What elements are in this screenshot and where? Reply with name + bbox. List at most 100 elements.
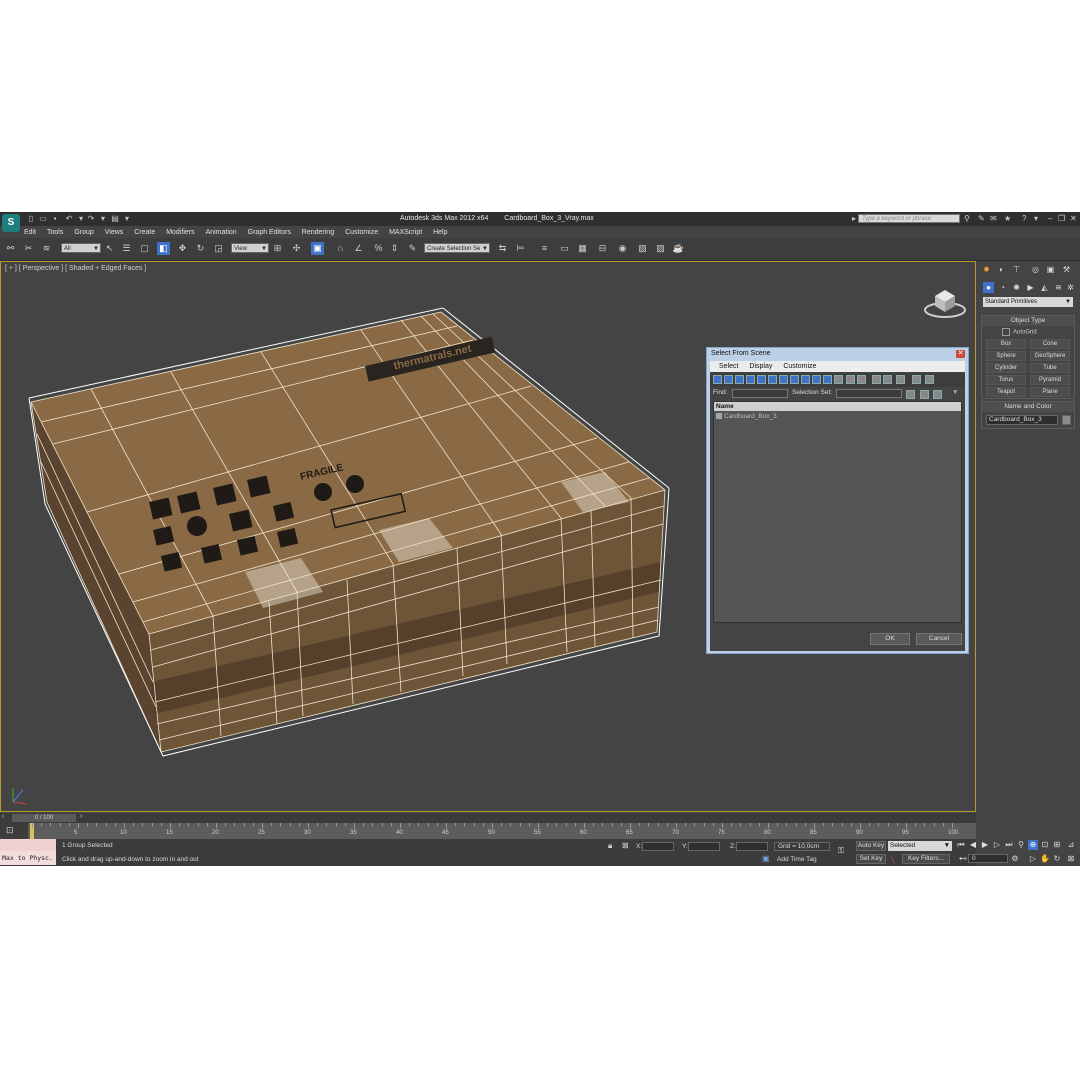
time-tag-icon[interactable]: ▣: [762, 854, 770, 863]
go-to-start-icon[interactable]: ⏮: [956, 840, 966, 850]
schematic-view-icon[interactable]: ⊟: [596, 242, 609, 255]
display-helpers-icon[interactable]: [757, 375, 766, 384]
selection-lock-icon[interactable]: 🔒︎: [608, 841, 612, 851]
add-time-tag-button[interactable]: Add Time Tag: [777, 856, 817, 863]
angle-snap-icon[interactable]: ∠: [352, 242, 365, 255]
percent-snap-icon[interactable]: %: [372, 242, 385, 255]
scene-object-list[interactable]: Name Cardboard_Box_3: [713, 401, 962, 623]
geometry-category-icon[interactable]: ●: [983, 282, 994, 293]
primitive-category-dropdown[interactable]: Standard Primitives ▼: [983, 297, 1073, 307]
menu-tools[interactable]: Tools: [47, 227, 63, 238]
select-and-link-icon[interactable]: ⚯: [4, 242, 17, 255]
display-bones-icon[interactable]: [801, 375, 810, 384]
previous-frame-icon[interactable]: ◀: [968, 840, 978, 850]
teapot-primitive-button[interactable]: Teapot: [986, 387, 1026, 397]
display-tab-icon[interactable]: ▣: [1045, 264, 1056, 275]
motion-tab-icon[interactable]: ◎: [1030, 264, 1041, 275]
dialog-close-button[interactable]: ✕: [956, 350, 965, 358]
menu-rendering[interactable]: Rendering: [302, 227, 334, 238]
new-file-icon[interactable]: ▯: [26, 214, 36, 223]
box-primitive-button[interactable]: Box: [986, 339, 1026, 349]
window-crossing-icon[interactable]: ◧: [157, 242, 170, 255]
auto-key-button[interactable]: Auto Key: [856, 841, 886, 851]
x-coordinate-field[interactable]: [642, 842, 674, 851]
menu-maxscript[interactable]: MAXScript: [389, 227, 422, 238]
systems-category-icon[interactable]: ✲: [1065, 282, 1076, 293]
undo-dropdown-icon[interactable]: ▾: [76, 214, 86, 223]
restore-icon[interactable]: ❐: [1058, 214, 1065, 224]
cameras-category-icon[interactable]: ▶: [1025, 282, 1036, 293]
go-to-end-icon[interactable]: ⏭: [1004, 840, 1014, 850]
cancel-button[interactable]: Cancel: [916, 633, 962, 645]
render-production-icon[interactable]: ☕: [672, 242, 685, 255]
maxscript-listener-input[interactable]: Max to Physc.: [0, 851, 56, 865]
next-frame-icon[interactable]: ▷: [992, 840, 1002, 850]
time-slider-thumb[interactable]: 0 / 100: [12, 814, 76, 822]
find-input[interactable]: [732, 389, 788, 398]
select-invert-icon[interactable]: [896, 375, 905, 384]
display-containers-icon[interactable]: [812, 375, 821, 384]
sphere-primitive-button[interactable]: Sphere: [986, 351, 1026, 361]
select-object-icon[interactable]: ↖: [103, 242, 116, 255]
time-configuration-icon[interactable]: ⚙: [1010, 854, 1020, 864]
select-by-name-icon[interactable]: ☰: [120, 242, 133, 255]
field-of-view-icon[interactable]: ⊿: [1066, 840, 1076, 850]
minimize-icon[interactable]: –: [1048, 214, 1052, 224]
geosphere-primitive-button[interactable]: GeoSphere: [1030, 351, 1070, 361]
redo-dropdown-icon[interactable]: ▾: [98, 214, 108, 223]
favorites-star-icon[interactable]: ★: [1004, 214, 1011, 224]
hierarchy-tab-icon[interactable]: ⊤: [1011, 264, 1022, 275]
find-row-chevron-icon[interactable]: ▼: [952, 389, 958, 396]
viewcube[interactable]: [923, 284, 967, 320]
selection-set-create-icon[interactable]: [906, 390, 915, 399]
edit-named-selection-icon[interactable]: ✎: [406, 242, 419, 255]
plane-primitive-button[interactable]: Plane: [1030, 387, 1070, 397]
display-cameras-icon[interactable]: [746, 375, 755, 384]
tube-primitive-button[interactable]: Tube: [1030, 363, 1070, 373]
z-coordinate-field[interactable]: [736, 842, 768, 851]
menu-help[interactable]: Help: [433, 227, 447, 238]
shapes-category-icon[interactable]: ◔: [997, 282, 1008, 293]
utilities-tab-icon[interactable]: ⚒: [1061, 264, 1072, 275]
time-slider-next-icon[interactable]: ›: [80, 813, 82, 820]
key-mode-dropdown[interactable]: Selected ▼: [888, 841, 952, 851]
search-expand-icon[interactable]: ▸: [852, 214, 856, 224]
selection-filter-dropdown[interactable]: All ▼: [61, 243, 101, 253]
communication-icon[interactable]: ✉: [990, 214, 997, 224]
lights-category-icon[interactable]: ✺: [1011, 282, 1022, 293]
key-mode-toggle-icon[interactable]: ⊷: [958, 854, 968, 864]
ok-button[interactable]: OK: [870, 633, 910, 645]
object-name-field[interactable]: Cardboard_Box_3: [986, 415, 1058, 425]
display-none-icon[interactable]: [857, 375, 866, 384]
rectangular-selection-icon[interactable]: ▢: [138, 242, 151, 255]
material-editor-icon[interactable]: ◉: [616, 242, 629, 255]
align-icon[interactable]: ⊨: [514, 242, 527, 255]
select-and-rotate-icon[interactable]: ↻: [194, 242, 207, 255]
autogrid-checkbox[interactable]: AutoGrid: [1002, 328, 1037, 336]
field-of-view-alt-icon[interactable]: ▷: [1028, 854, 1038, 864]
pivot-center-icon[interactable]: ⊞: [271, 242, 284, 255]
select-and-manipulate-icon[interactable]: ✣: [290, 242, 303, 255]
menu-create[interactable]: Create: [134, 227, 155, 238]
selection-set-dropdown[interactable]: [836, 389, 902, 398]
display-hidden-icon[interactable]: [834, 375, 843, 384]
helpers-category-icon[interactable]: ◭: [1039, 282, 1050, 293]
dialog-menu-customize[interactable]: Customize: [783, 361, 816, 372]
dialog-menu-select[interactable]: Select: [719, 361, 738, 372]
object-color-swatch[interactable]: [1062, 415, 1071, 425]
cylinder-primitive-button[interactable]: Cylinder: [986, 363, 1026, 373]
snaps-toggle-icon[interactable]: ∩: [334, 242, 347, 255]
menu-modifiers[interactable]: Modifiers: [166, 227, 194, 238]
display-geometry-icon[interactable]: [713, 375, 722, 384]
pan-view-icon[interactable]: ✋: [1040, 854, 1050, 864]
modify-tab-icon[interactable]: ◐: [996, 264, 1007, 275]
dialog-menu-display[interactable]: Display: [749, 361, 772, 372]
torus-primitive-button[interactable]: Torus: [986, 375, 1026, 385]
subscription-icon[interactable]: ✎: [978, 214, 985, 224]
y-coordinate-field[interactable]: [688, 842, 720, 851]
reference-coordinate-dropdown[interactable]: View ▼: [231, 243, 269, 253]
application-menu-button[interactable]: S: [2, 214, 20, 232]
list-item[interactable]: Cardboard_Box_3: [716, 413, 777, 420]
curve-editor-icon[interactable]: ▦: [576, 242, 589, 255]
menu-views[interactable]: Views: [105, 227, 124, 238]
